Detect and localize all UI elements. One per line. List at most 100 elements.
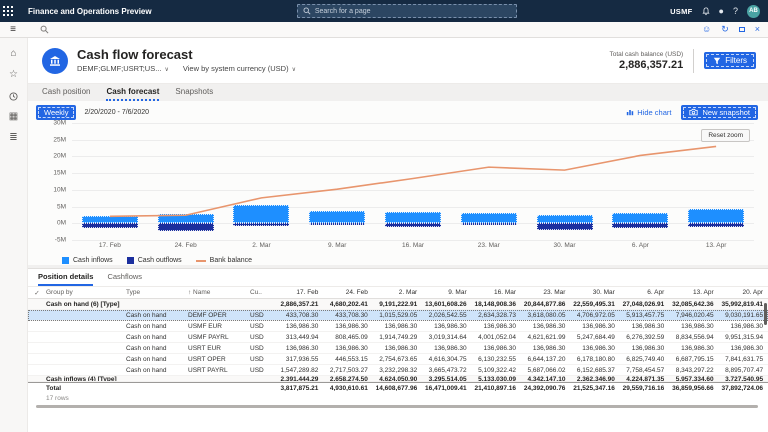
column-header-group-by[interactable]: Group by bbox=[46, 289, 126, 296]
value-cell: 8,343,297.22 bbox=[669, 367, 718, 374]
recent-clock-icon[interactable] bbox=[9, 90, 18, 102]
cash-inflows-bar[interactable] bbox=[233, 205, 289, 223]
legend-label: Cash outflows bbox=[138, 257, 182, 264]
column-header-date[interactable]: 23. Mar bbox=[521, 289, 570, 296]
column-header-date[interactable]: 20. Apr bbox=[719, 289, 768, 296]
open-in-new-window-icon[interactable] bbox=[739, 27, 745, 32]
view-by-currency-dropdown[interactable]: View by system currency (USD)∨ bbox=[183, 64, 296, 73]
hide-chart-button[interactable]: Hide chart bbox=[626, 108, 671, 117]
legend-item[interactable]: Bank balance bbox=[196, 257, 252, 264]
table-row[interactable]: Cash on handUSRT EURUSD136,986.30136,986… bbox=[28, 343, 768, 354]
interval-weekly-button[interactable]: Weekly bbox=[36, 105, 76, 120]
tab-cash-forecast[interactable]: Cash forecast bbox=[106, 87, 159, 101]
column-header-date[interactable]: 9. Mar bbox=[422, 289, 471, 296]
value-cell: 136,986.30 bbox=[422, 345, 471, 352]
value-cell: 6,276,392.59 bbox=[620, 334, 669, 341]
value-cell: 2,634,328.73 bbox=[472, 312, 521, 319]
legend-item[interactable]: Cash inflows bbox=[62, 257, 113, 264]
select-all-checkbox[interactable]: ✓ bbox=[28, 289, 46, 297]
vertical-scrollbar[interactable] bbox=[764, 303, 767, 325]
legend-item[interactable]: Cash outflows bbox=[127, 257, 182, 264]
cash-outflows-bar[interactable] bbox=[385, 223, 441, 227]
cash-inflows-bar[interactable] bbox=[461, 213, 517, 223]
tab-snapshots[interactable]: Snapshots bbox=[175, 87, 213, 101]
column-header-date[interactable]: 13. Apr bbox=[669, 289, 718, 296]
company-scope-dropdown[interactable]: DEMF;GLMF;USRT;US...∨ bbox=[77, 64, 169, 73]
table-row[interactable]: Cash on handUSMF PAYRLUSD313,449.94808,4… bbox=[28, 332, 768, 343]
column-header-date[interactable]: 16. Mar bbox=[472, 289, 521, 296]
column-header-date[interactable]: 2. Mar bbox=[373, 289, 422, 296]
user-avatar[interactable]: AB bbox=[747, 5, 760, 18]
cash-outflows-bar[interactable] bbox=[688, 223, 744, 226]
app-launcher-waffle-icon[interactable] bbox=[0, 0, 24, 22]
chart-plot-area[interactable]: Reset zoom 30M25M20M15M10M5M0M-5M bbox=[72, 123, 754, 241]
cash-inflows-bar[interactable] bbox=[309, 211, 365, 223]
new-snapshot-button[interactable]: New snapshot bbox=[681, 105, 758, 120]
company-picker[interactable]: USMF bbox=[670, 7, 692, 16]
cash-inflows-bar[interactable] bbox=[385, 212, 441, 224]
cash-inflows-bar[interactable] bbox=[82, 216, 138, 223]
nav-hamburger-icon[interactable]: ≡ bbox=[0, 24, 26, 35]
table-row[interactable]: Cash on handDEMF OPERUSD433,708.30433,70… bbox=[28, 310, 768, 321]
cash-outflows-bar[interactable] bbox=[461, 223, 517, 225]
notifications-bell-icon[interactable] bbox=[702, 7, 710, 16]
horizontal-scrollbar[interactable] bbox=[36, 405, 758, 408]
reset-zoom-button[interactable]: Reset zoom bbox=[701, 129, 750, 142]
name-cell: USRT PAYRL bbox=[188, 367, 250, 374]
search-icon bbox=[303, 7, 311, 15]
cash-outflows-bar[interactable] bbox=[158, 223, 214, 231]
tab-cashflows[interactable]: Cashflows bbox=[107, 272, 142, 286]
column-header-date[interactable]: 30. Mar bbox=[570, 289, 619, 296]
help-icon[interactable]: ? bbox=[733, 7, 738, 16]
x-axis-tick-label: 17. Feb bbox=[72, 242, 148, 253]
close-icon[interactable]: × bbox=[755, 25, 760, 34]
cash-outflows-bar[interactable] bbox=[82, 223, 138, 228]
refresh-icon[interactable]: ↻ bbox=[721, 25, 729, 34]
modules-icon[interactable]: ≣ bbox=[9, 132, 17, 144]
value-cell: 9,951,315.94 bbox=[719, 334, 768, 341]
value-cell: 7,946,020.45 bbox=[669, 312, 718, 319]
legend-swatch bbox=[127, 257, 134, 264]
cash-outflows-bar[interactable] bbox=[537, 223, 593, 230]
column-header-date[interactable]: 24. Feb bbox=[323, 289, 372, 296]
workspaces-icon[interactable]: ▦ bbox=[9, 111, 18, 123]
column-header-name[interactable]: ↑ Name bbox=[188, 289, 250, 296]
global-search-input[interactable]: Search for a page bbox=[297, 4, 517, 18]
favorites-star-icon[interactable]: ☆ bbox=[9, 69, 18, 81]
cash-inflows-bar[interactable] bbox=[537, 215, 593, 224]
page-search-icon[interactable] bbox=[40, 25, 49, 34]
filters-button[interactable]: Filters bbox=[704, 52, 756, 69]
column-header-date[interactable]: 6. Apr bbox=[620, 289, 669, 296]
x-axis-tick-label: 2. Mar bbox=[224, 242, 300, 253]
top-nav-bar: Finance and Operations Preview Search fo… bbox=[0, 0, 768, 22]
value-cell: 136,986.30 bbox=[422, 323, 471, 330]
cash-outflows-bar[interactable] bbox=[233, 223, 289, 226]
table-row[interactable]: Cash on handUSRT OPERUSD317,936.55446,55… bbox=[28, 354, 768, 365]
column-header-date[interactable]: 17. Feb bbox=[274, 289, 323, 296]
cash-inflows-bar[interactable] bbox=[612, 213, 668, 223]
value-cell: 20,844,877.86 bbox=[521, 301, 570, 308]
settings-gear-icon[interactable]: ● bbox=[719, 7, 724, 16]
group-header-row[interactable]: Cash on hand (6) [Type]2,886,357.214,680… bbox=[28, 299, 768, 310]
column-header-type[interactable]: Type bbox=[126, 289, 188, 296]
feedback-smiley-icon[interactable]: ☺ bbox=[702, 25, 711, 34]
chart-gridline bbox=[72, 140, 754, 141]
y-axis-tick-label: 10M bbox=[34, 186, 66, 193]
tab-position-details[interactable]: Position details bbox=[38, 272, 93, 286]
table-row[interactable]: Cash on handUSMF EURUSD136,986.30136,986… bbox=[28, 321, 768, 332]
value-cell: 18,148,908.36 bbox=[472, 301, 521, 308]
value-cell: 136,986.30 bbox=[570, 345, 619, 352]
value-cell: 433,708.30 bbox=[274, 312, 323, 319]
table-row[interactable]: Cash on handUSRT PAYRLUSD1,547,289.822,7… bbox=[28, 365, 768, 376]
cash-outflows-bar[interactable] bbox=[612, 223, 668, 227]
column-header-currency[interactable]: Cu.. bbox=[250, 289, 274, 296]
cash-inflows-bar[interactable] bbox=[158, 214, 214, 223]
tab-cash-position[interactable]: Cash position bbox=[42, 87, 90, 101]
left-nav-rail: ⌂ ☆ ▦ ≣ bbox=[0, 38, 28, 432]
value-cell: 1,914,749.29 bbox=[373, 334, 422, 341]
cash-inflows-bar[interactable] bbox=[688, 209, 744, 223]
name-cell: USMF EUR bbox=[188, 323, 250, 330]
cash-outflows-bar[interactable] bbox=[309, 223, 365, 225]
value-cell: 2,754,673.65 bbox=[373, 356, 422, 363]
home-icon[interactable]: ⌂ bbox=[10, 48, 16, 60]
